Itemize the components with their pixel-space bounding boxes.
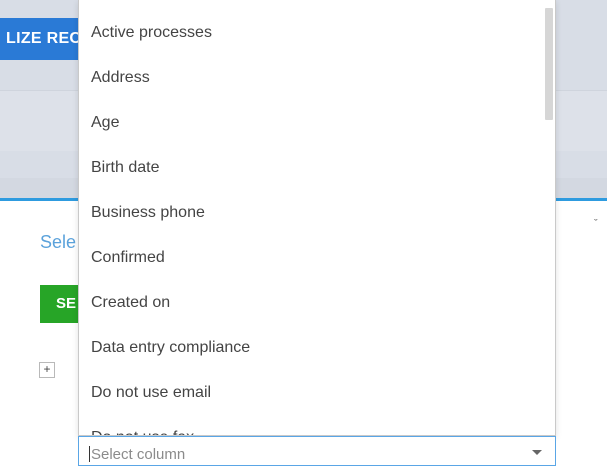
chevron-down-icon[interactable]: ˇ: [594, 218, 598, 230]
dropdown-option[interactable]: Address: [91, 67, 150, 112]
dropdown-option[interactable]: Do not use email: [91, 382, 211, 427]
text-cursor: [89, 446, 90, 462]
dropdown-option[interactable]: Data entry compliance: [91, 337, 250, 382]
select-column-input[interactable]: Select column: [78, 436, 556, 466]
dropdown-option[interactable]: Do not use fax: [91, 427, 194, 435]
dropdown-option[interactable]: Business phone: [91, 202, 205, 247]
action-button[interactable]: LIZE REC: [0, 18, 88, 60]
section-label: Sele: [40, 232, 77, 252]
dropdown-option[interactable]: Age: [91, 112, 119, 157]
dropdown-option[interactable]: Confirmed: [91, 247, 165, 292]
dropdown-option[interactable]: Created on: [91, 292, 170, 337]
expand-icon[interactable]: +: [39, 362, 55, 378]
dropdown-arrow-icon[interactable]: [532, 450, 542, 455]
select-placeholder: Select column: [91, 446, 186, 463]
dropdown-option[interactable]: Birth date: [91, 157, 159, 202]
column-dropdown-list[interactable]: Active processes Address Age Birth date …: [78, 0, 556, 436]
dropdown-option[interactable]: Active processes: [91, 22, 212, 67]
dropdown-scrollbar[interactable]: [545, 8, 553, 120]
